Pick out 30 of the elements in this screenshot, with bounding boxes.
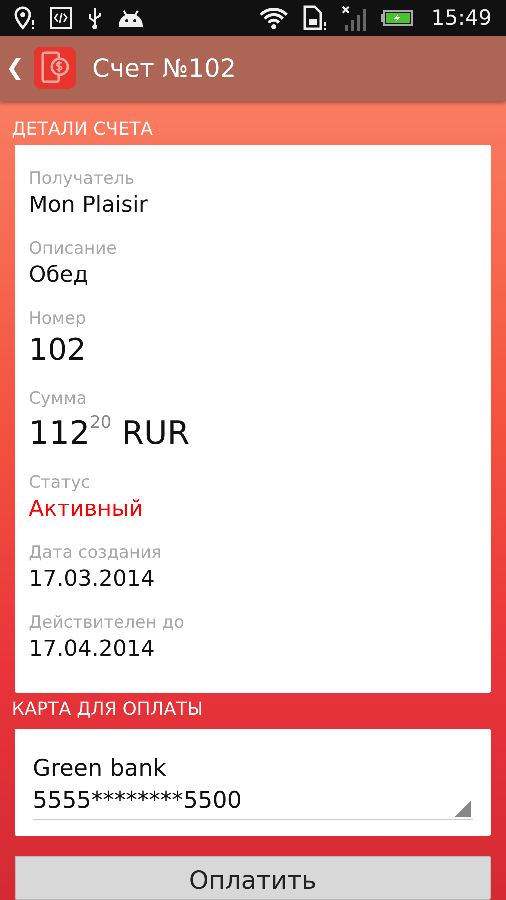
code-icon	[50, 6, 72, 29]
field-value: 17.04.2014	[29, 636, 156, 664]
signal-icon	[341, 4, 368, 31]
sim-card-icon	[303, 4, 328, 31]
wifi-icon	[259, 6, 290, 30]
field-label: Действителен до	[29, 612, 186, 635]
section-header: ДЕТАЛИ СЧЕТА	[12, 118, 154, 142]
section-header: КАРТА ДЛЯ ОПЛАТЫ	[12, 698, 204, 722]
field-value: 112$^{20}$ RUR	[29, 412, 191, 454]
field-value: Mon Plaisir	[29, 192, 149, 220]
field-label: Номер	[29, 308, 88, 331]
dropdown-arrow-icon	[455, 801, 471, 817]
location-icon	[14, 6, 36, 30]
back-button[interactable]: ❮	[6, 56, 24, 81]
field-value: 102	[29, 332, 88, 370]
field-label: Статус	[29, 472, 92, 495]
field-label: Дата создания	[29, 542, 163, 565]
field-value: 17.03.2014	[29, 566, 156, 594]
usb-icon	[86, 6, 104, 30]
pay-button[interactable]: Оплатить	[15, 856, 491, 900]
clock-time: 15:49	[431, 6, 492, 30]
field-value: Обед	[29, 262, 90, 290]
field-label: Описание	[29, 238, 118, 261]
screen-title: Счет №102	[92, 54, 236, 83]
android-icon	[118, 8, 144, 28]
card-dropdown[interactable]: Green bank 5555********5500	[33, 753, 473, 820]
field-label: Получатель	[29, 168, 136, 191]
field-value: Активный	[29, 496, 144, 524]
field-label: Сумма	[29, 388, 88, 411]
app-logo-icon	[34, 47, 76, 90]
